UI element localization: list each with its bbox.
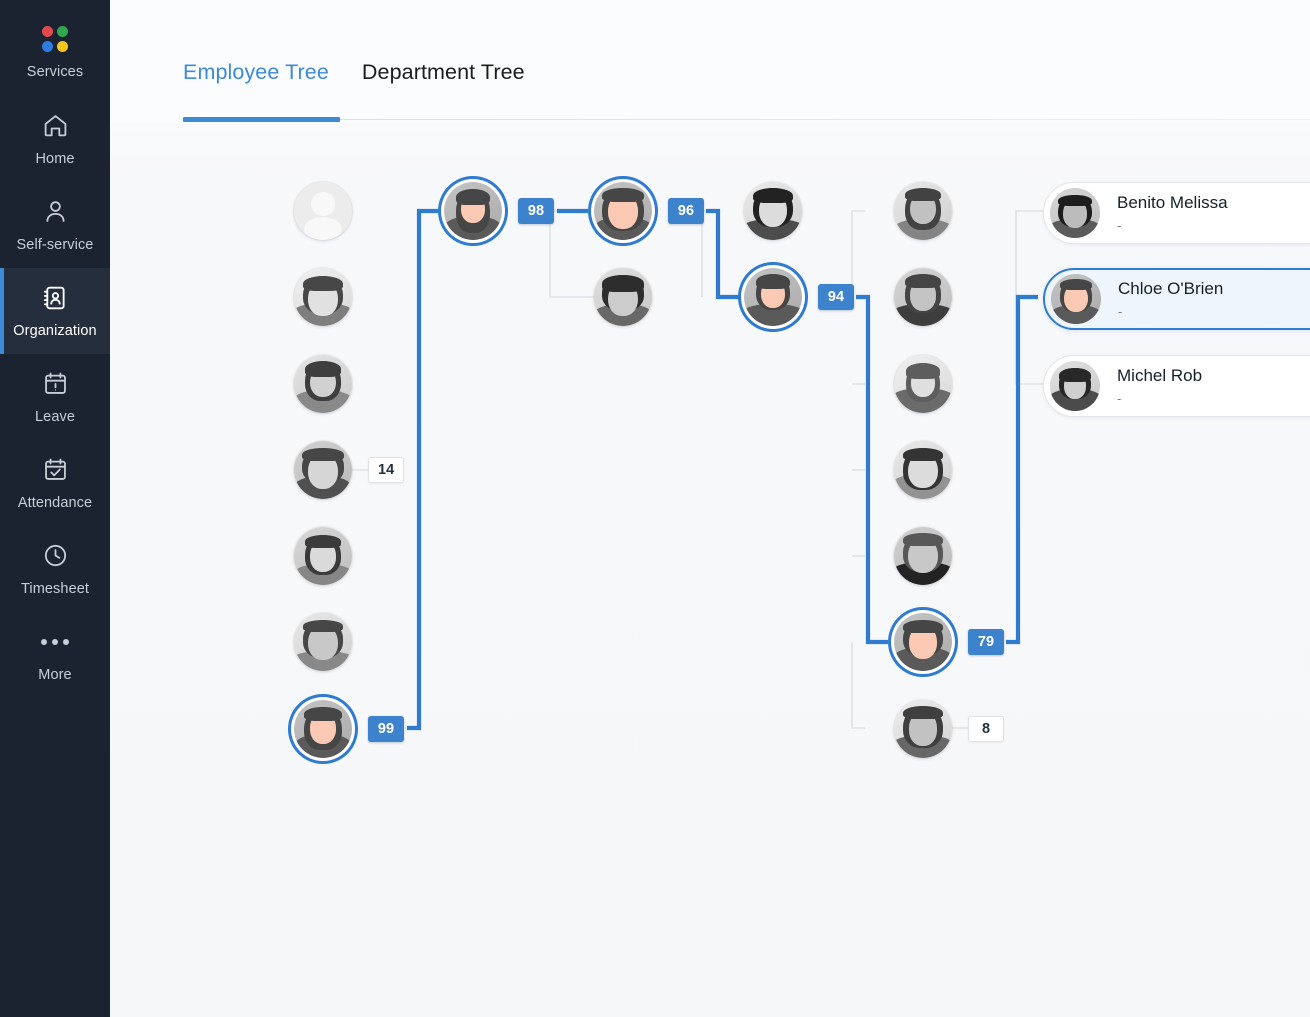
employee-card[interactable]: Benito Melissa -	[1043, 182, 1310, 244]
tree-node-count-badge[interactable]: 96	[668, 198, 704, 224]
calendar-check-icon	[40, 455, 70, 485]
sidebar-item-leave-label: Leave	[34, 408, 75, 425]
tree-node-avatar[interactable]	[894, 441, 952, 499]
tree-node-avatar[interactable]	[294, 441, 352, 499]
avatar	[894, 355, 952, 413]
avatar	[1051, 274, 1101, 324]
tree-node-avatar[interactable]	[894, 527, 952, 585]
employee-name: Benito Melissa	[1117, 193, 1228, 212]
avatar	[594, 182, 652, 240]
avatar	[294, 182, 352, 240]
home-icon	[40, 111, 70, 141]
four-dots-icon	[40, 24, 70, 54]
tree-node-count-badge[interactable]: 79	[968, 629, 1004, 655]
tree-node-count-badge[interactable]: 14	[368, 457, 405, 483]
tree-node-avatar[interactable]	[894, 613, 952, 671]
avatar	[294, 700, 352, 758]
sidebar-item-more[interactable]: More	[0, 612, 110, 698]
person-icon	[40, 197, 70, 227]
tree-node-avatar[interactable]	[894, 268, 952, 326]
tree-node-count-badge[interactable]: 99	[368, 716, 404, 742]
tree-node-count-badge[interactable]: 8	[968, 716, 1004, 742]
avatar	[894, 441, 952, 499]
app-root: Services Home Self-service Organization …	[0, 0, 1310, 1017]
tree-node-avatar[interactable]	[294, 355, 352, 413]
tree-node-avatar[interactable]	[294, 268, 352, 326]
employee-card-info: Chloe O'Brien -	[1118, 278, 1223, 320]
employee-card-info: Michel Rob -	[1117, 365, 1202, 407]
avatar	[744, 182, 802, 240]
avatar	[444, 182, 502, 240]
calendar-alert-icon	[40, 369, 70, 399]
employee-name: Chloe O'Brien	[1118, 279, 1224, 298]
avatar	[894, 700, 952, 758]
employee-card[interactable]: Michel Rob -	[1043, 355, 1310, 417]
tree-node-avatar[interactable]	[594, 182, 652, 240]
sidebar-item-leave[interactable]: Leave	[0, 354, 110, 440]
avatar	[894, 268, 952, 326]
sidebar-brand-services[interactable]: Services	[0, 14, 110, 90]
sidebar-item-attendance[interactable]: Attendance	[0, 440, 110, 526]
tree-node-avatar[interactable]	[594, 268, 652, 326]
sidebar-item-home[interactable]: Home	[0, 96, 110, 182]
dot-green	[57, 25, 68, 37]
sidebar-item-timesheet-label: Timesheet	[20, 580, 90, 597]
tree-node-avatar[interactable]	[894, 182, 952, 240]
org-tree-canvas: 14 99 98 96 94 79 8 Benito Melissa - Chl…	[110, 0, 1310, 1017]
sidebar-item-self-service-label: Self-service	[16, 236, 94, 253]
sidebar-item-home-label: Home	[35, 150, 75, 167]
tree-node-avatar[interactable]	[894, 700, 952, 758]
tree-node-count-badge[interactable]: 98	[518, 198, 554, 224]
avatar	[894, 613, 952, 671]
tree-node-avatar[interactable]	[444, 182, 502, 240]
tree-node-avatar[interactable]	[294, 613, 352, 671]
avatar	[294, 613, 352, 671]
employee-card[interactable]: Chloe O'Brien -	[1043, 268, 1310, 330]
avatar	[294, 441, 352, 499]
tree-node-avatar[interactable]	[294, 527, 352, 585]
sidebar-brand-label: Services	[26, 63, 84, 80]
sidebar-item-more-label: More	[38, 666, 72, 683]
tree-node-avatar[interactable]	[294, 182, 352, 240]
sidebar-item-timesheet[interactable]: Timesheet	[0, 526, 110, 612]
dot-yellow	[57, 40, 68, 52]
dot-red	[42, 25, 53, 37]
tree-node-avatar[interactable]	[744, 268, 802, 326]
avatar	[294, 355, 352, 413]
tree-node-avatar[interactable]	[744, 182, 802, 240]
sidebar-item-attendance-label: Attendance	[17, 494, 93, 511]
avatar	[894, 527, 952, 585]
avatar	[894, 182, 952, 240]
address-book-icon	[40, 283, 70, 313]
avatar	[744, 268, 802, 326]
main-content: Employee Tree Department Tree 14 99 98 9…	[110, 0, 1310, 1017]
avatar	[594, 268, 652, 326]
dot-blue	[42, 40, 53, 52]
employee-role: -	[1117, 218, 1122, 233]
tree-connectors	[352, 208, 1043, 731]
tree-node-avatar[interactable]	[894, 355, 952, 413]
tree-node-count-badge[interactable]: 94	[818, 284, 854, 310]
employee-role: -	[1117, 391, 1122, 406]
avatar	[294, 268, 352, 326]
avatar	[1050, 188, 1100, 238]
avatar	[294, 527, 352, 585]
tree-node-avatar[interactable]	[294, 700, 352, 758]
clock-icon	[40, 541, 70, 571]
sidebar-item-self-service[interactable]: Self-service	[0, 182, 110, 268]
employee-role: -	[1118, 304, 1123, 319]
ellipsis-icon	[40, 627, 70, 657]
employee-card-info: Benito Melissa -	[1117, 192, 1228, 234]
sidebar: Services Home Self-service Organization …	[0, 0, 110, 1017]
sidebar-item-organization[interactable]: Organization	[0, 268, 110, 354]
sidebar-item-organization-label: Organization	[13, 322, 97, 339]
employee-name: Michel Rob	[1117, 366, 1203, 385]
avatar	[1050, 361, 1100, 411]
